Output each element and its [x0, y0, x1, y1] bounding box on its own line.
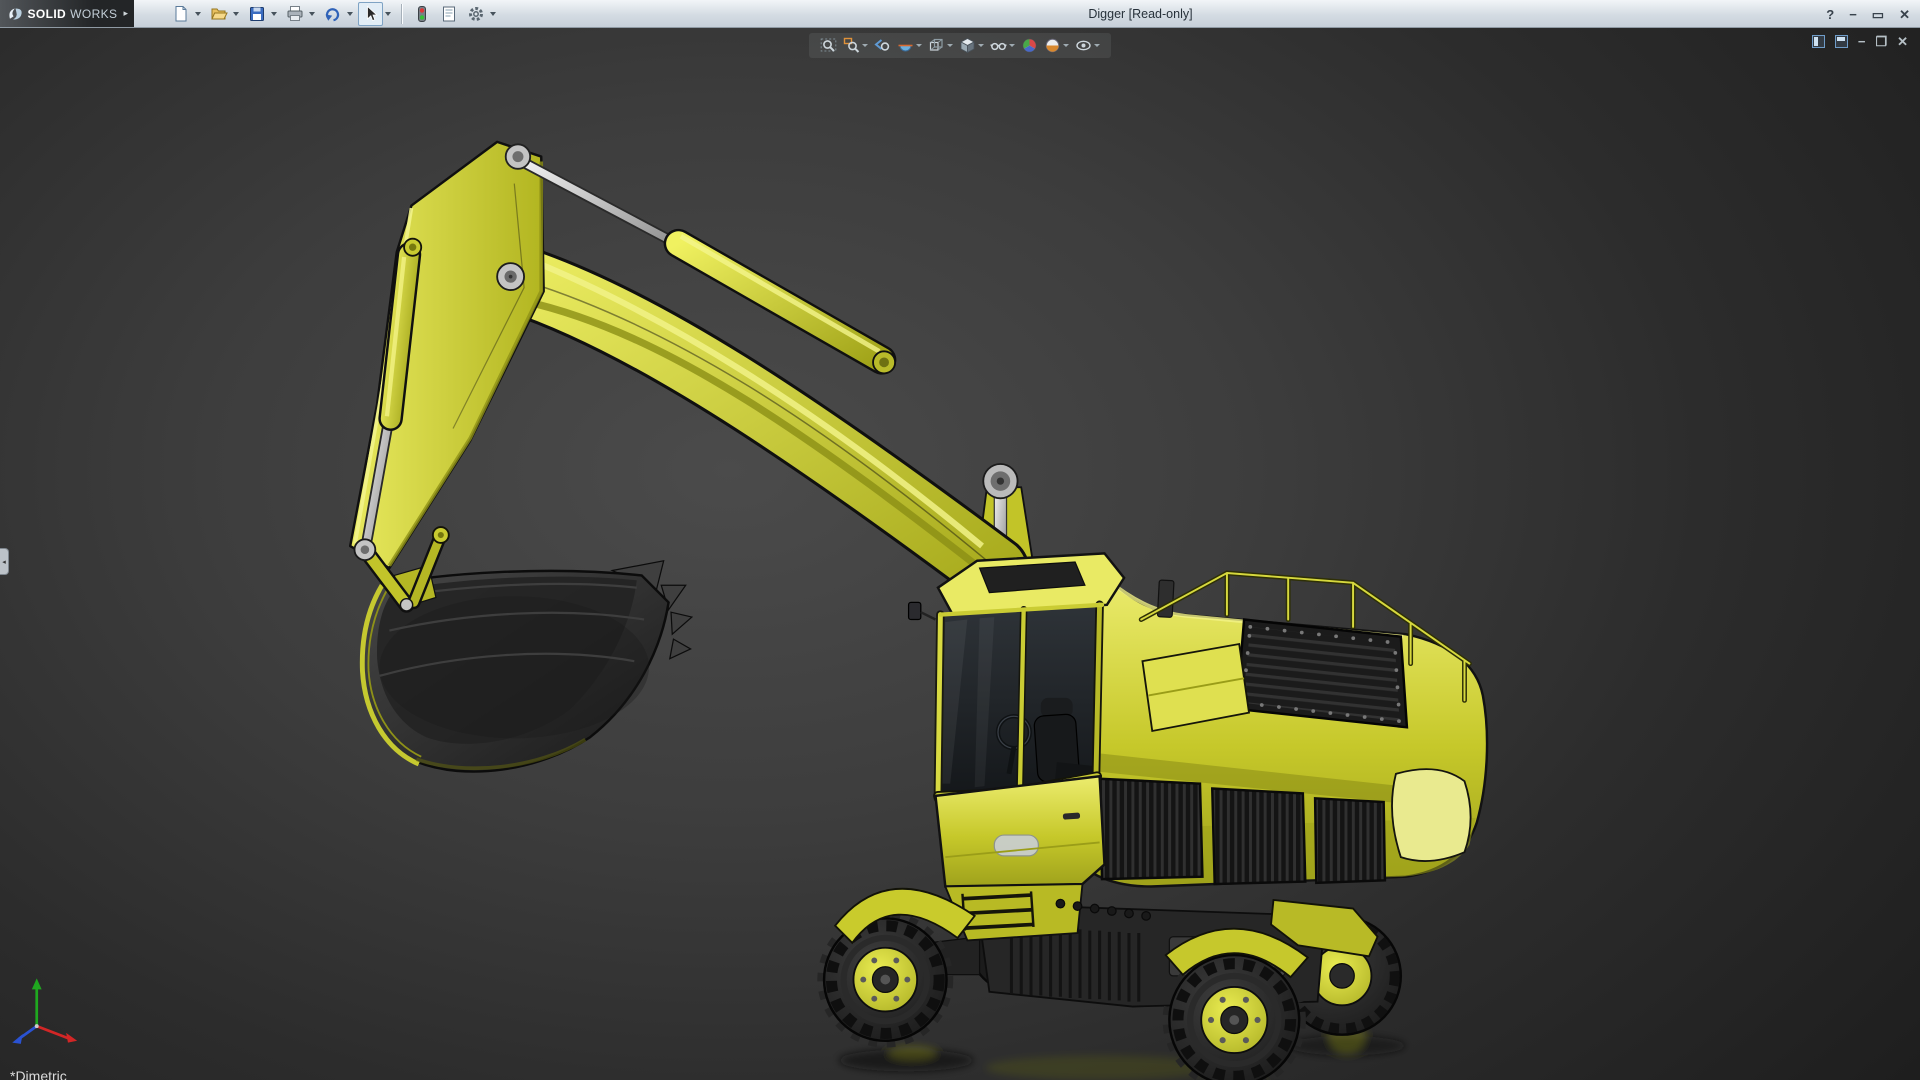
rebuild-icon: [417, 5, 426, 22]
rebuild-button[interactable]: [409, 2, 434, 26]
new-document-dropdown-icon[interactable]: [195, 11, 201, 16]
feature-manager-flyout-arrow[interactable]: ◂: [0, 548, 9, 575]
orientation-triad: [12, 978, 78, 1044]
edit-appearance-button[interactable]: [1020, 36, 1039, 55]
window-controls: ? − ▭ ✕: [1826, 0, 1910, 28]
display-style-button[interactable]: [958, 36, 985, 55]
triad-z-axis: [12, 1034, 23, 1044]
window-tile-icon[interactable]: [1811, 35, 1825, 48]
triad-x-axis: [66, 1032, 78, 1043]
section-view-button[interactable]: [896, 36, 923, 55]
stick[interactable]: [348, 140, 545, 570]
triad-y-axis: [31, 978, 42, 990]
zoom-to-fit-icon: [820, 38, 837, 52]
zoom-to-fit-button[interactable]: [819, 36, 838, 55]
menu-flyout-icon[interactable]: ▸: [123, 8, 128, 19]
display-style-dropdown-icon[interactable]: [978, 44, 984, 47]
boom[interactable]: [481, 243, 1030, 607]
view-settings-icon: [1076, 40, 1091, 51]
apply-scene-icon: [1045, 38, 1060, 53]
solidworks-window: SOLID WORKS ▸ Digger [Read-only] ? − ▭ ✕…: [0, 0, 1920, 1080]
edit-appearance-icon: [1022, 38, 1037, 53]
view-settings-dropdown-icon[interactable]: [1094, 44, 1100, 47]
section-dropdown-icon[interactable]: [916, 44, 922, 47]
print-dropdown-icon[interactable]: [309, 11, 315, 16]
rear-panel: [1391, 768, 1472, 862]
ds-logo-icon: [9, 7, 22, 20]
titlebar: SOLID WORKS ▸ Digger [Read-only] ? − ▭ ✕: [0, 0, 1920, 28]
model-scene[interactable]: [0, 28, 1920, 1080]
view-orientation-label: *Dimetric: [10, 1068, 67, 1080]
view-orientation-icon: [929, 38, 943, 51]
zoom-dropdown-icon[interactable]: [862, 44, 868, 47]
brand-solid: SOLID: [27, 6, 67, 21]
save-icon: [249, 6, 264, 21]
hide-show-glasses-icon: [990, 42, 1007, 51]
options-button[interactable]: [463, 2, 488, 26]
select-cursor-icon: [366, 5, 378, 21]
main-toolbar: [168, 1, 499, 26]
new-document-button[interactable]: [168, 2, 193, 26]
cab[interactable]: [907, 552, 1126, 888]
cab-mirror: [907, 601, 922, 621]
section-view-icon: [898, 44, 913, 52]
apply-scene-button[interactable]: [1043, 36, 1070, 55]
open-dropdown-icon[interactable]: [233, 11, 239, 16]
headsup-view-toolbar: [809, 33, 1111, 58]
open-icon: [210, 8, 228, 19]
apply-scene-dropdown-icon[interactable]: [1063, 44, 1069, 47]
save-dropdown-icon[interactable]: [271, 11, 277, 16]
help-button[interactable]: ?: [1826, 8, 1834, 21]
window-cascade-icon[interactable]: [1834, 35, 1848, 48]
select-button[interactable]: [358, 1, 383, 26]
previous-view-button[interactable]: [873, 36, 892, 55]
solidworks-logo: SOLID WORKS ▸: [0, 0, 134, 27]
display-style-icon: [960, 38, 975, 54]
undo-icon: [325, 7, 339, 21]
view-orientation-button[interactable]: [927, 36, 954, 55]
toolbar-separator: [401, 3, 402, 24]
brand-works: WORKS: [70, 6, 118, 21]
save-button[interactable]: [244, 2, 269, 26]
options-dropdown-icon[interactable]: [490, 11, 496, 16]
select-dropdown-icon[interactable]: [385, 11, 391, 16]
open-button[interactable]: [206, 2, 231, 26]
options-gear-icon: [468, 6, 483, 21]
hide-show-items-button[interactable]: [989, 36, 1016, 55]
doc-restore-icon[interactable]: ❐: [1875, 35, 1887, 48]
door-handle: [1062, 812, 1081, 820]
print-icon: [287, 5, 302, 21]
previous-view-icon: [874, 39, 890, 51]
cab-reflection-patch: [993, 834, 1039, 857]
maximize-button[interactable]: ▭: [1872, 8, 1884, 21]
print-button[interactable]: [282, 2, 307, 26]
doc-minimize-icon[interactable]: −: [1858, 35, 1866, 48]
document-window-controls: − ❐ ✕: [1811, 35, 1908, 48]
hide-show-dropdown-icon[interactable]: [1009, 44, 1015, 47]
file-properties-button[interactable]: [436, 2, 461, 26]
excavator-model[interactable]: [348, 140, 1489, 1080]
zoom-to-area-button[interactable]: [842, 36, 869, 55]
window-title: Digger [Read-only]: [1088, 7, 1193, 21]
file-properties-icon: [442, 6, 455, 21]
air-intake-grille: [1235, 618, 1409, 729]
close-button[interactable]: ✕: [1899, 8, 1910, 21]
zoom-to-area-icon: [843, 37, 860, 53]
graphics-area[interactable]: − ❐ ✕ ◂ *Dimetric: [0, 28, 1920, 1080]
view-orientation-dropdown-icon[interactable]: [947, 44, 953, 47]
undo-button[interactable]: [320, 2, 345, 26]
undo-dropdown-icon[interactable]: [347, 11, 353, 16]
new-document-icon: [175, 5, 186, 21]
upper-body[interactable]: [1061, 570, 1489, 888]
minimize-button[interactable]: −: [1849, 8, 1857, 21]
front-left-wheel[interactable]: [817, 911, 954, 1048]
view-settings-button[interactable]: [1074, 36, 1101, 55]
doc-close-icon[interactable]: ✕: [1897, 35, 1908, 48]
